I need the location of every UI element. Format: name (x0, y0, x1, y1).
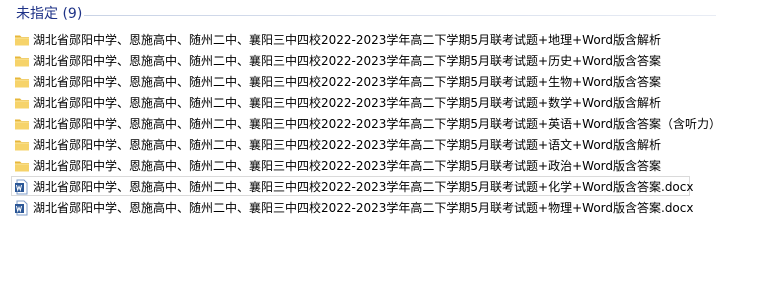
file-name: 湖北省郧阳中学、恩施高中、随州二中、襄阳三中四校2022-2023学年高二下学期… (33, 53, 661, 68)
file-name: 湖北省郧阳中学、恩施高中、随州二中、襄阳三中四校2022-2023学年高二下学期… (33, 179, 694, 194)
file-name: 湖北省郧阳中学、恩施高中、随州二中、襄阳三中四校2022-2023学年高二下学期… (33, 74, 661, 89)
file-item-document[interactable]: 湖北省郧阳中学、恩施高中、随州二中、襄阳三中四校2022-2023学年高二下学期… (11, 176, 734, 197)
file-name: 湖北省郧阳中学、恩施高中、随州二中、襄阳三中四校2022-2023学年高二下学期… (33, 158, 661, 173)
folder-icon (14, 53, 30, 69)
file-item-folder[interactable]: 湖北省郧阳中学、恩施高中、随州二中、襄阳三中四校2022-2023学年高二下学期… (14, 29, 734, 50)
group-title: 未指定 (9) (16, 6, 83, 22)
file-name: 湖北省郧阳中学、恩施高中、随州二中、襄阳三中四校2022-2023学年高二下学期… (33, 32, 661, 47)
file-name: 湖北省郧阳中学、恩施高中、随州二中、襄阳三中四校2022-2023学年高二下学期… (33, 95, 661, 110)
file-name: 湖北省郧阳中学、恩施高中、随州二中、襄阳三中四校2022-2023学年高二下学期… (33, 137, 661, 152)
file-item-folder[interactable]: 湖北省郧阳中学、恩施高中、随州二中、襄阳三中四校2022-2023学年高二下学期… (14, 92, 734, 113)
folder-icon (14, 137, 30, 153)
word-document-icon (14, 200, 30, 216)
file-item-folder[interactable]: 湖北省郧阳中学、恩施高中、随州二中、襄阳三中四校2022-2023学年高二下学期… (14, 50, 734, 71)
file-name: 湖北省郧阳中学、恩施高中、随州二中、襄阳三中四校2022-2023学年高二下学期… (33, 116, 722, 131)
folder-icon (14, 158, 30, 174)
file-item-folder[interactable]: 湖北省郧阳中学、恩施高中、随州二中、襄阳三中四校2022-2023学年高二下学期… (14, 134, 734, 155)
file-item-folder[interactable]: 湖北省郧阳中学、恩施高中、随州二中、襄阳三中四校2022-2023学年高二下学期… (14, 113, 734, 134)
folder-icon (14, 95, 30, 111)
group-divider (84, 15, 716, 16)
folder-icon (14, 32, 30, 48)
file-name: 湖北省郧阳中学、恩施高中、随州二中、襄阳三中四校2022-2023学年高二下学期… (33, 200, 694, 215)
file-item-folder[interactable]: 湖北省郧阳中学、恩施高中、随州二中、襄阳三中四校2022-2023学年高二下学期… (14, 155, 734, 176)
file-item-document[interactable]: 湖北省郧阳中学、恩施高中、随州二中、襄阳三中四校2022-2023学年高二下学期… (14, 197, 734, 218)
file-list: 湖北省郧阳中学、恩施高中、随州二中、襄阳三中四校2022-2023学年高二下学期… (11, 29, 734, 218)
file-item-folder[interactable]: 湖北省郧阳中学、恩施高中、随州二中、襄阳三中四校2022-2023学年高二下学期… (14, 71, 734, 92)
folder-icon (14, 116, 30, 132)
group-header[interactable]: 未指定 (9) (16, 5, 716, 27)
folder-icon (14, 74, 30, 90)
word-document-icon (14, 179, 30, 195)
